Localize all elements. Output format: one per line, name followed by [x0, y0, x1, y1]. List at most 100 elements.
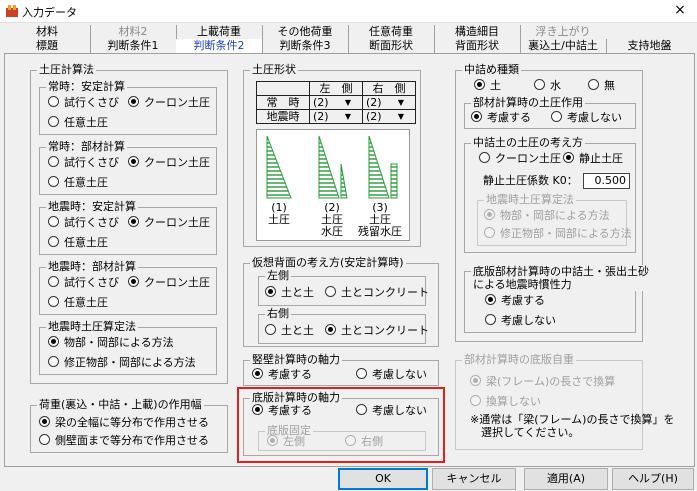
normal-left-select[interactable]: (2) ▼ [309, 95, 363, 110]
tab-condition3[interactable]: 判断条件3 [262, 39, 349, 53]
slab-axial-consider[interactable]: 考慮する [252, 404, 312, 418]
radio-icon [265, 324, 276, 335]
normal-member-arbitrary[interactable]: 任意土圧 [48, 176, 108, 190]
normal-stability-trial-wedge[interactable]: 試行くさび [48, 96, 119, 110]
k0-input[interactable]: 0.500 [583, 173, 630, 189]
tab-backfill[interactable]: 裏込土/中詰土 [520, 39, 607, 53]
fill-type-water[interactable]: 水 [534, 79, 561, 93]
quake-member-trial-wedge[interactable]: 試行くさび [48, 276, 119, 290]
slab-fixed-left[interactable]: 左側 [267, 435, 305, 449]
slab-fixed-right[interactable]: 右側 [345, 435, 383, 449]
tab-structure-detail[interactable]: 構造細目 [434, 25, 521, 39]
member-earth-ignore[interactable]: 考慮しない [551, 111, 622, 125]
normal-member-trial-wedge[interactable]: 試行くさび [48, 156, 119, 170]
quake-left-select[interactable]: (2) ▼ [309, 109, 363, 124]
quake-method-modified[interactable]: 修正物部・岡部による方法 [48, 356, 196, 370]
load-width-full[interactable]: 梁の全幅に等分布で作用させる [39, 416, 209, 430]
tab-material[interactable]: 材料 [4, 25, 91, 39]
virtual-right-soil-concrete[interactable]: 土とコンクリート [325, 324, 429, 338]
self-weight-none[interactable]: 換算しない [470, 395, 541, 409]
tab-surcharge[interactable]: 上載荷重 [176, 25, 263, 39]
fill-type-none[interactable]: 無 [588, 79, 615, 93]
radio-selected-icon [267, 435, 278, 446]
quake-stability-arbitrary[interactable]: 任意土圧 [48, 236, 108, 250]
quake-member-title: 地震時：部材計算 [46, 260, 138, 274]
fill-concept-at-rest[interactable]: 静止土圧 [563, 152, 623, 166]
tab-condition1[interactable]: 判断条件1 [90, 39, 177, 53]
slab-axial-ignore[interactable]: 考慮しない [356, 404, 427, 418]
radio-selected-icon [325, 324, 336, 335]
tab-title[interactable]: 標題 [4, 39, 91, 53]
shape3-caption: (3) 土圧 残留水圧 [358, 201, 402, 238]
slab-inertia-consider[interactable]: 考慮する [485, 294, 545, 308]
radio-icon [48, 296, 59, 307]
tab-uplift[interactable]: 浮き上がり [520, 25, 606, 39]
chevron-down-icon: ▼ [397, 112, 404, 121]
quake-member-arbitrary[interactable]: 任意土圧 [48, 296, 108, 310]
normal-member-group: 常時：部材計算 試行くさび クーロン土圧 任意土圧 [39, 140, 217, 195]
fill-type-title: 中詰め種類 [462, 63, 521, 77]
earth-shape-group: 土圧形状 左 側 右 側 常 時 (2) ▼ (2) ▼ 地震時 (2) ▼ (2) ▼ [243, 63, 421, 247]
radio-icon [48, 96, 59, 107]
fill-type-soil[interactable]: 土 [474, 79, 501, 93]
radio-icon [484, 227, 495, 238]
wall-axial-consider[interactable]: 考慮する [252, 368, 312, 382]
radio-selected-icon [128, 276, 139, 287]
tab-section-shape[interactable]: 断面形状 [348, 39, 435, 53]
quake-method-mononobe[interactable]: 物部・岡部による方法 [48, 336, 174, 350]
tab-material2[interactable]: 材料2 [90, 25, 177, 39]
load-width-group: 荷重(裏込・中詰・上載)の作用幅 梁の全幅に等分布で作用させる 側壁面まで等分布… [30, 398, 228, 453]
tab-support-ground[interactable]: 支持地盤 [606, 39, 693, 53]
fill-concept-coulomb[interactable]: クーロン土圧 [479, 152, 561, 166]
load-width-title: 荷重(裏込・中詰・上載)の作用幅 [37, 398, 204, 412]
tab-back-shape[interactable]: 背面形状 [434, 39, 521, 53]
virtual-right-soil-soil[interactable]: 土と土 [265, 324, 314, 338]
quake-member-group: 地震時：部材計算 試行くさび クーロン土圧 任意土圧 [39, 260, 217, 315]
wall-axial-group: 竪壁計算時の軸力 考慮する 考慮しない [243, 353, 439, 386]
cancel-button[interactable]: キャンセル [432, 468, 516, 490]
virtual-back-right-group: 右側 土と土 土とコンクリート [258, 307, 429, 344]
virtual-back-left-title: 左側 [265, 269, 291, 283]
normal-member-coulomb[interactable]: クーロン土圧 [128, 156, 210, 170]
normal-stability-coulomb[interactable]: クーロン土圧 [128, 96, 210, 110]
quake-method-group: 地震時土圧算定法 物部・岡部による方法 修正物部・岡部による方法 [39, 320, 217, 375]
shape1-triangle [266, 135, 292, 199]
normal-stability-arbitrary[interactable]: 任意土圧 [48, 116, 108, 130]
quake-stability-coulomb[interactable]: クーロン土圧 [128, 216, 210, 230]
slab-axial-title: 底版計算時の軸力 [250, 391, 342, 405]
self-weight-frame[interactable]: 梁(フレーム)の長さで換算 [470, 375, 615, 389]
normal-right-select[interactable]: (2) ▼ [362, 95, 416, 110]
virtual-left-soil-concrete[interactable]: 土とコンクリート [325, 286, 429, 300]
earth-shape-table: 左 側 右 側 常 時 (2) ▼ (2) ▼ 地震時 (2) ▼ (2) ▼ [256, 81, 416, 124]
fill-calc-mononobe[interactable]: 物部・岡部による方法 [484, 209, 610, 223]
virtual-left-soil-soil[interactable]: 土と土 [265, 286, 314, 300]
tab-other-load[interactable]: その他荷重 [262, 25, 349, 39]
help-button[interactable]: ヘルプ(H) [612, 468, 694, 490]
radio-selected-icon [128, 156, 139, 167]
ok-button[interactable]: OK [338, 468, 428, 490]
slab-fixed-group: 底版固定 左側 右側 [258, 424, 426, 451]
member-earth-consider[interactable]: 考慮する [471, 111, 531, 125]
load-width-side[interactable]: 側壁面まで等分布で作用させる [39, 434, 209, 448]
radio-icon [48, 176, 59, 187]
radio-icon [48, 236, 59, 247]
tab-condition2[interactable]: 判断条件2 [176, 39, 263, 53]
fill-earth-concept-title: 中詰土の土圧の考え方 [471, 136, 585, 150]
slab-inertia-ignore[interactable]: 考慮しない [485, 314, 556, 328]
fill-calc-modified[interactable]: 修正物部・岡部による方法 [484, 227, 632, 241]
quake-stability-trial-wedge[interactable]: 試行くさび [48, 216, 119, 230]
quake-member-coulomb[interactable]: クーロン土圧 [128, 276, 210, 290]
quake-right-select[interactable]: (2) ▼ [362, 109, 416, 124]
shape3-triangle [368, 135, 390, 199]
radio-selected-icon [128, 216, 139, 227]
apply-button[interactable]: 適用(A) [524, 468, 608, 490]
fill-type-group: 中詰め種類 土 水 無 部材計算時の土圧作用 考慮する 考慮しない 中詰土の土圧… [455, 63, 651, 342]
tab-arbitrary-load[interactable]: 任意荷重 [348, 25, 435, 39]
virtual-back-title: 仮想背面の考え方(安定計算時) [250, 256, 406, 270]
fill-earth-concept-group: 中詰土の土圧の考え方 クーロン土圧 静止土圧 静止土圧係数 K0： 0.500 … [464, 136, 636, 253]
shape2-triangle [318, 135, 340, 199]
radio-icon [479, 152, 490, 163]
wall-axial-ignore[interactable]: 考慮しない [356, 368, 427, 382]
tab-row-2: 標題 判断条件1 判断条件2 判断条件3 断面形状 背面形状 裏込土/中詰土 支… [4, 39, 693, 54]
close-icon[interactable]: × [670, 2, 690, 18]
